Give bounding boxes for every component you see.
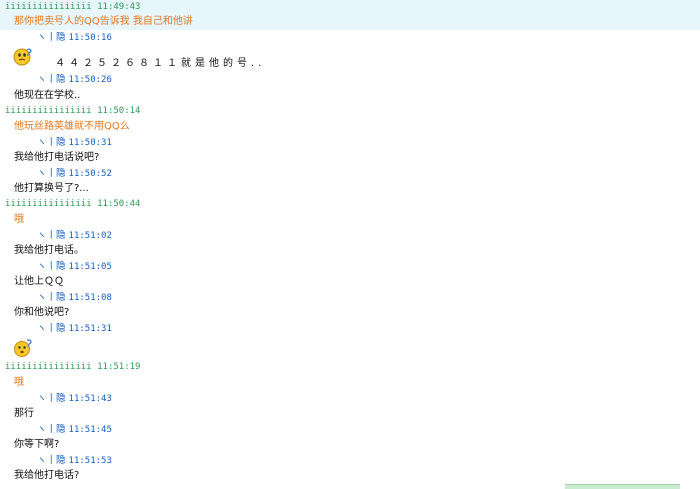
message-header: ヽ丨隐 11:51:08 — [37, 291, 112, 305]
input-area-edge[interactable] — [565, 484, 680, 489]
message-header: ヽ丨隐 11:50:52 — [37, 167, 112, 181]
sender-name: ヽ丨隐 — [37, 393, 66, 404]
message-header: iiiiiiiiiiiiiiii 11:49:43 — [5, 1, 140, 14]
message-text: 他打算换号了?... — [14, 183, 89, 194]
sender-name: iiiiiiiiiiiiiiii — [5, 199, 92, 209]
sender-name: ヽ丨隐 — [37, 74, 66, 85]
message-text: 我给他打电话? — [14, 470, 80, 481]
thinking-emoticon-icon — [14, 339, 32, 357]
sender-name: iiiiiiiiiiiiiiii — [5, 2, 92, 12]
sender-name: ヽ丨隐 — [37, 230, 66, 241]
sender-name: ヽ丨隐 — [37, 137, 66, 148]
message-text: 我给他打电话说吧? — [14, 152, 100, 163]
sender-name: ヽ丨隐 — [37, 292, 66, 303]
message-time: 11:51:19 — [97, 362, 141, 372]
message-header: ヽ丨隐 11:50:31 — [37, 136, 112, 150]
message-header: ヽ丨隐 11:51:53 — [37, 454, 112, 468]
sender-name: ヽ丨隐 — [37, 32, 66, 43]
message-header: iiiiiiiiiiiiiiii 11:51:19 — [5, 361, 140, 374]
message-time: 11:50:52 — [68, 169, 112, 179]
message-time: 11:51:45 — [68, 425, 112, 435]
message-text: 他现在在学校.. — [14, 90, 81, 101]
sender-name: ヽ丨隐 — [37, 424, 66, 435]
sender-name: ヽ丨隐 — [37, 323, 66, 334]
confused-emoticon-icon — [13, 48, 32, 66]
sender-name: iiiiiiiiiiiiiiii — [5, 362, 92, 372]
message-header: iiiiiiiiiiiiiiii 11:50:14 — [5, 105, 140, 118]
message-text: 哦 — [14, 377, 24, 388]
message-text: 我给他打电话。 — [14, 245, 84, 256]
message-text: 哦 — [14, 214, 24, 225]
message-header: ヽ丨隐 11:51:05 — [37, 260, 112, 274]
message-time: 11:50:31 — [68, 138, 112, 148]
message-text: 那行 — [14, 408, 34, 419]
message-time: 11:51:05 — [68, 262, 112, 272]
message-time: 11:51:02 — [68, 231, 112, 241]
message-text: 那你把卖号人的QQ告诉我 我自己和他讲 — [14, 16, 193, 27]
sender-name: ヽ丨隐 — [37, 168, 66, 179]
message-header: ヽ丨隐 11:51:02 — [37, 229, 112, 243]
message-header: ヽ丨隐 11:50:16 — [37, 31, 112, 45]
message-header: iiiiiiiiiiiiiiii 11:50:44 — [5, 198, 140, 211]
message-text: ４４２５２６８１１就是他的号.. — [55, 58, 266, 69]
sender-name: iiiiiiiiiiiiiiii — [5, 106, 92, 116]
message-text: 他玩丝路英雄就不用QQ么 — [14, 121, 130, 132]
message-time: 11:50:26 — [68, 75, 112, 85]
message-header: ヽ丨隐 11:51:45 — [37, 423, 112, 437]
message-time: 11:49:43 — [97, 2, 141, 12]
message-text: 你等下啊? — [14, 439, 60, 450]
message-time: 11:50:16 — [68, 33, 112, 43]
message-time: 11:50:44 — [97, 199, 141, 209]
message-header: ヽ丨隐 11:51:31 — [37, 322, 112, 336]
message-time: 11:51:08 — [68, 293, 112, 303]
sender-name: ヽ丨隐 — [37, 455, 66, 466]
message-time: 11:50:14 — [97, 106, 141, 116]
message-time: 11:51:53 — [68, 456, 112, 466]
sender-name: ヽ丨隐 — [37, 261, 66, 272]
message-time: 11:51:43 — [68, 394, 112, 404]
message-header: ヽ丨隐 11:51:43 — [37, 392, 112, 406]
message-text: 你和他说吧? — [14, 307, 70, 318]
message-time: 11:51:31 — [68, 324, 112, 334]
message-text: 让他上ＱＱ — [14, 276, 64, 287]
message-header: ヽ丨隐 11:50:26 — [37, 73, 112, 87]
